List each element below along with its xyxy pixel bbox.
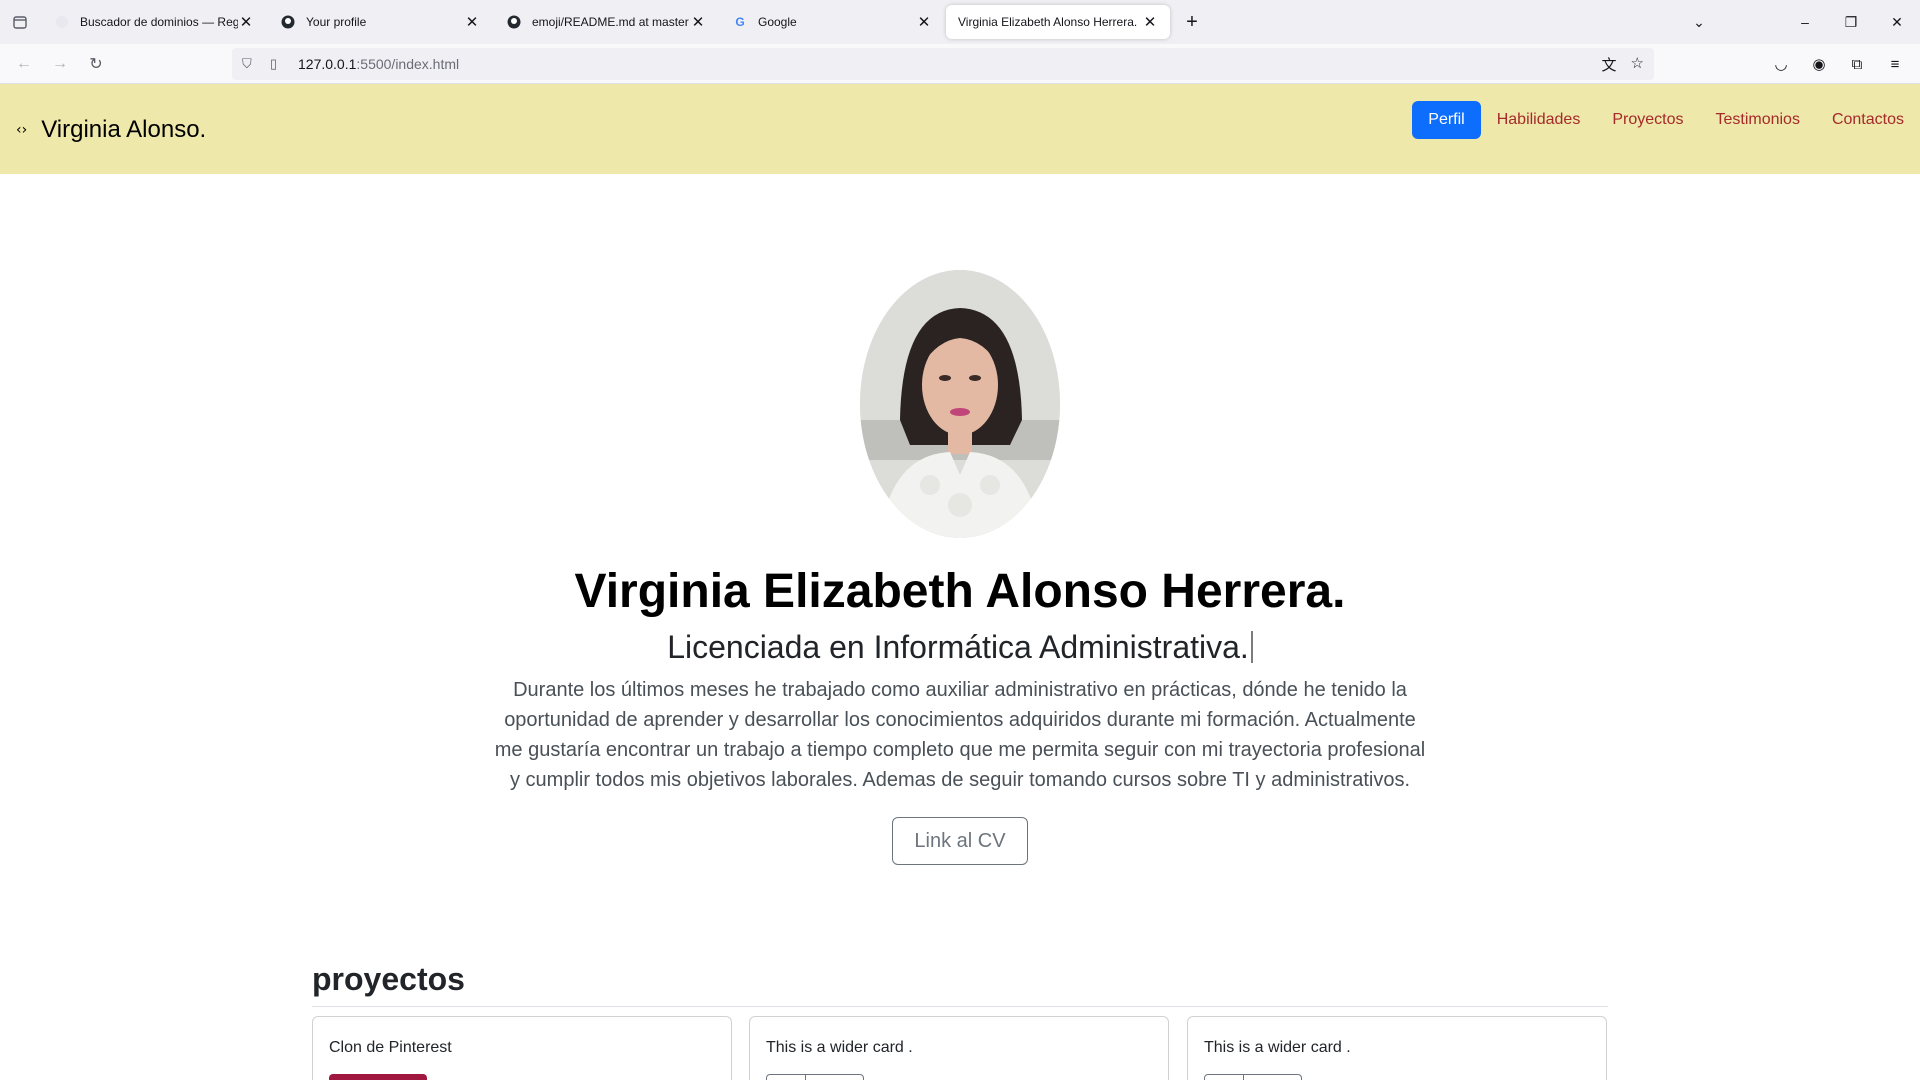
github-icon [280, 14, 296, 30]
tab-title: Google [758, 15, 797, 29]
account-icon[interactable]: ◉ [1802, 48, 1836, 80]
google-icon: G [735, 15, 745, 29]
typing-caret [1250, 631, 1253, 663]
profile-photo [860, 270, 1060, 538]
brand[interactable]: ‹› Virginia Alonso. [16, 116, 206, 144]
pocket-icon[interactable]: ◡ [1764, 48, 1798, 80]
globe-icon [54, 14, 70, 30]
project-card: This is a wider card . [1187, 1016, 1607, 1080]
card-button-group[interactable] [766, 1074, 864, 1080]
back-icon[interactable]: ← [6, 48, 42, 80]
card-title: This is a wider card . [766, 1039, 913, 1056]
browser-nav-bar: ← → ↻ ⛉ ▯ 127.0.0.1:5500/index.html 文 ☆ … [0, 44, 1920, 84]
hero-name: Virginia Elizabeth Alonso Herrera. [574, 565, 1346, 618]
browser-tab-active[interactable]: Virginia Elizabeth Alonso Herrera. ✕ [946, 5, 1170, 39]
tab-title: emoji/README.md at master · i [532, 15, 690, 29]
url-bar[interactable]: ⛉ ▯ 127.0.0.1:5500/index.html 文 ☆ [232, 48, 1654, 80]
tab-title: Buscador de dominios — Regis [80, 15, 238, 29]
browser-tab-bar: Buscador de dominios — Regis ✕ Your prof… [0, 0, 1920, 44]
close-tab-icon[interactable]: ✕ [690, 13, 706, 31]
nav-proyectos[interactable]: Proyectos [1596, 101, 1699, 139]
tab-title: Virginia Elizabeth Alonso Herrera. [958, 15, 1138, 29]
hero-subtitle-text: Licenciada en Informática Administrativa… [667, 629, 1249, 665]
tab-list-icon[interactable] [0, 0, 40, 44]
nav-testimonios[interactable]: Testimonios [1699, 101, 1815, 139]
chevron-down-icon[interactable]: ⌄ [1676, 0, 1722, 44]
browser-tab[interactable]: emoji/README.md at master · i ✕ [494, 5, 718, 39]
section-divider [312, 1006, 1608, 1007]
nav-contactos[interactable]: Contactos [1816, 101, 1920, 139]
web-page: ‹› Virginia Alonso. Perfil Habilidades P… [0, 84, 1920, 1080]
card-title: This is a wider card . [1204, 1039, 1351, 1056]
close-tab-icon[interactable]: ✕ [916, 13, 932, 31]
close-tab-icon[interactable]: ✕ [464, 13, 480, 31]
hero-description: Durante los últimos meses he trabajado c… [494, 679, 1426, 791]
close-window-icon[interactable]: ✕ [1874, 0, 1920, 44]
site-header: ‹› Virginia Alonso. Perfil Habilidades P… [0, 84, 1920, 174]
forward-icon[interactable]: → [42, 48, 78, 80]
site-nav: Perfil Habilidades Proyectos Testimonios… [1412, 101, 1920, 139]
bookmark-star-icon[interactable]: ☆ [1631, 54, 1644, 75]
github-icon [506, 14, 522, 30]
shield-icon[interactable]: ⛉ [242, 56, 262, 72]
menu-icon[interactable]: ≡ [1878, 48, 1912, 80]
cv-link-button[interactable]: Link al CV [892, 817, 1028, 865]
page-icon: ▯ [270, 56, 278, 71]
minimize-icon[interactable]: – [1782, 0, 1828, 44]
browser-tab[interactable]: G Google ✕ [720, 5, 944, 39]
brand-name: Virginia Alonso. [41, 116, 207, 143]
hero-subtitle: Licenciada en Informática Administrativa… [0, 629, 1920, 666]
close-tab-icon[interactable]: ✕ [238, 13, 254, 31]
extensions-icon[interactable]: ⧉ [1840, 48, 1874, 80]
project-card: Clon de Pinterest [312, 1016, 732, 1080]
reload-icon[interactable]: ↻ [78, 48, 114, 80]
project-card: This is a wider card . [749, 1016, 1169, 1080]
url-host: 127.0.0.1 [298, 56, 357, 72]
url-path: :5500/index.html [356, 56, 460, 72]
card-button[interactable] [329, 1074, 427, 1080]
close-tab-icon[interactable]: ✕ [1142, 13, 1158, 31]
nav-perfil[interactable]: Perfil [1412, 101, 1481, 139]
new-tab-icon[interactable]: + [1174, 4, 1210, 40]
browser-tab[interactable]: Buscador de dominios — Regis ✕ [42, 5, 266, 39]
window-controls: ⌄ – ❐ ✕ [1676, 0, 1920, 44]
browser-tab[interactable]: Your profile ✕ [268, 5, 492, 39]
code-icon: ‹› [16, 122, 28, 138]
card-button-group[interactable] [1204, 1074, 1302, 1080]
restore-icon[interactable]: ❐ [1828, 0, 1874, 44]
projects-title: proyectos [312, 961, 465, 997]
nav-habilidades[interactable]: Habilidades [1481, 101, 1597, 139]
card-title: Clon de Pinterest [329, 1039, 452, 1056]
tab-title: Your profile [306, 15, 367, 29]
translate-icon[interactable]: 文 [1602, 54, 1617, 75]
